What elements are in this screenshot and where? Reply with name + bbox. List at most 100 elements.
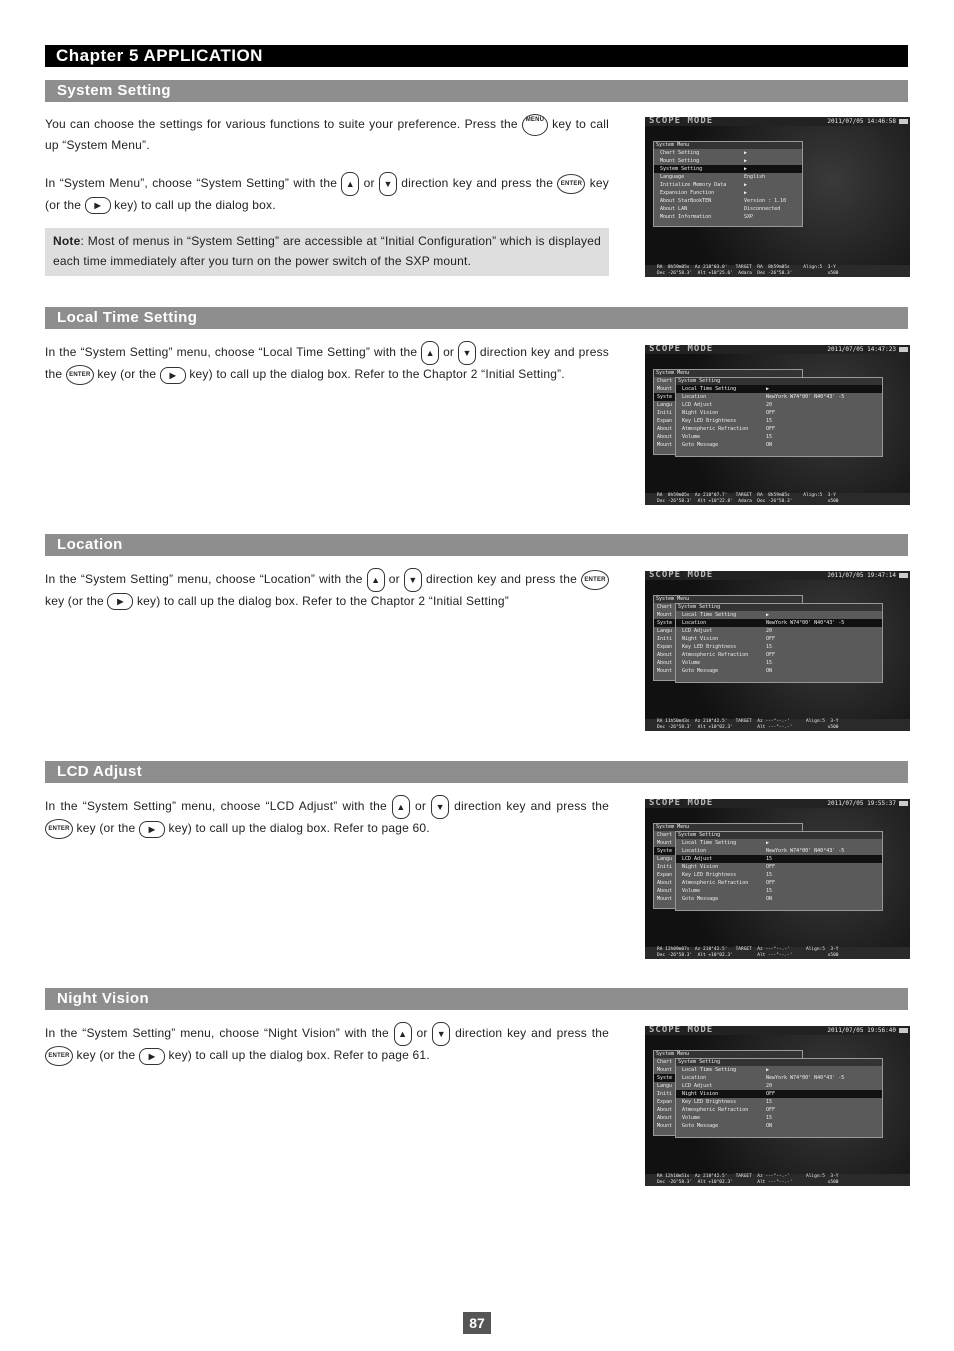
- screen-mode-label: SCOPE MODE: [649, 345, 714, 354]
- setting-item: Goto Message ON: [676, 667, 882, 675]
- setting-item: LCD Adjust 20: [676, 627, 882, 635]
- system-setting-window: System Setting Local Time Setting ▶ Locatio…: [675, 603, 883, 683]
- setting-value: 15: [766, 856, 773, 862]
- down-key-icon: ▼: [458, 341, 477, 365]
- note-text: : Most of menus in “System Setting” are …: [53, 234, 601, 268]
- setting-item: Local Time Setting ▶: [676, 385, 882, 393]
- setting-value: NewYork W74°00' N40°43' -5: [766, 848, 845, 854]
- system-menu-title: System Menu: [654, 1051, 802, 1058]
- chapter-header: Chapter 5 APPLICATION: [45, 45, 908, 67]
- screen-top-bar: SCOPE MODE 2011/07/05 19:56:40: [645, 1026, 910, 1035]
- setting-value: ▶: [766, 386, 770, 392]
- enter-key-icon: ENTER: [45, 819, 73, 839]
- paragraph-text: key) to call up the dialog box. Refer to…: [133, 594, 509, 608]
- menu-item-value: ▶: [744, 190, 748, 196]
- screen-top-bar: SCOPE MODE 2011/07/05 19:47:14: [645, 571, 910, 580]
- system-setting-title: System Setting: [676, 832, 882, 839]
- setting-label: Atmospheric Refraction: [682, 880, 749, 886]
- screen-mode-label: SCOPE MODE: [649, 571, 714, 580]
- paragraph: In the “System Setting” menu, choose “Lo…: [45, 341, 609, 385]
- setting-item: Atmospheric Refraction OFF: [676, 879, 882, 887]
- setting-label: Night Vision: [682, 1091, 719, 1097]
- setting-item: Volume 15: [676, 887, 882, 895]
- paragraph-text: In the “System Setting” menu, choose “LC…: [45, 799, 392, 814]
- section-header: System Setting: [45, 80, 908, 102]
- setting-item: Location NewYork W74°00' N40°43' -5: [676, 619, 882, 627]
- screen-datetime: 2011/07/05 19:56:40: [827, 1027, 896, 1034]
- setting-item: LCD Adjust 20: [676, 1082, 882, 1090]
- battery-icon: [899, 801, 908, 806]
- screen-datetime: 2011/07/05 14:46:58: [827, 118, 896, 125]
- paragraph-text: key (or the: [73, 1048, 139, 1063]
- down-key-icon: ▼: [379, 172, 398, 196]
- paragraph: In the “System Setting” menu, choose “Lo…: [45, 568, 610, 612]
- setting-item: Local Time Setting ▶: [676, 839, 882, 847]
- setting-value: OFF: [766, 410, 776, 416]
- setting-value: 15: [766, 888, 773, 894]
- menu-item-label: System Setting: [660, 166, 703, 172]
- menu-item-value: ▶: [744, 166, 748, 172]
- menu-item: Expansion Function ▶: [654, 189, 802, 197]
- right-key-icon: ▶: [107, 593, 134, 611]
- setting-value: NewYork W74°00' N40°43' -5: [766, 1075, 845, 1081]
- system-menu-title: System Menu: [654, 370, 802, 377]
- paragraph-text: or: [359, 176, 380, 191]
- down-key-icon: ▼: [403, 568, 422, 592]
- setting-label: Night Vision: [682, 636, 719, 642]
- paragraph-text: direction key and press the: [397, 176, 558, 191]
- screen-status-bar: RA 12h10m51s Az 218°42.5' TARGET Az ---°…: [645, 1174, 910, 1186]
- setting-item: Night Vision OFF: [676, 635, 882, 643]
- right-key-icon: ▶: [159, 366, 186, 384]
- setting-value: ▶: [766, 612, 770, 618]
- menu-item-value: SXP: [744, 214, 754, 220]
- paragraph-text: key) to call up the dialog box. Refer to…: [185, 367, 565, 382]
- setting-label: Atmospheric Refraction: [682, 1107, 749, 1113]
- setting-item: Key LED Brightness 15: [676, 643, 882, 651]
- setting-item: Volume 15: [676, 433, 882, 441]
- scope-screenshot: SCOPE MODE 2011/07/05 19:55:37 System Menu…: [645, 799, 910, 959]
- setting-label: Goto Message: [682, 442, 719, 448]
- setting-value: OFF: [766, 880, 776, 886]
- page-number: 87: [463, 1312, 491, 1334]
- paragraph-text: key) to call up the dialog box. Refer to…: [164, 1048, 430, 1063]
- right-key-icon: ▶: [84, 197, 111, 215]
- setting-item: Goto Message ON: [676, 895, 882, 903]
- menu-key-icon: MENU: [521, 114, 548, 136]
- setting-item: Atmospheric Refraction OFF: [676, 651, 882, 659]
- setting-value: 20: [766, 1083, 773, 1089]
- setting-value: OFF: [766, 652, 776, 658]
- setting-value: ▶: [766, 840, 770, 846]
- setting-item: Goto Message ON: [676, 441, 882, 449]
- enter-key-icon: ENTER: [65, 365, 94, 385]
- setting-label: Local Time Setting: [682, 386, 737, 392]
- menu-item-value: Version : 1.10: [744, 198, 787, 204]
- setting-label: Volume: [682, 660, 701, 666]
- setting-label: Goto Message: [682, 1123, 719, 1129]
- paragraph-text: key) to call up the dialog box. Refer to…: [164, 821, 430, 836]
- setting-label: LCD Adjust: [682, 1083, 713, 1089]
- menu-item: Mount Information SXP: [654, 213, 802, 221]
- system-menu-title: System Menu: [654, 824, 802, 831]
- system-menu-title: System Menu: [654, 142, 802, 149]
- setting-value: OFF: [766, 1091, 776, 1097]
- paragraph-text: key (or the: [73, 821, 139, 836]
- setting-item: Atmospheric Refraction OFF: [676, 1106, 882, 1114]
- screen-status-bar: RA 11h50m43s Az 218°42.5' TARGET Az ---°…: [645, 719, 910, 731]
- setting-value: 15: [766, 660, 773, 666]
- setting-value: OFF: [766, 636, 776, 642]
- setting-value: 15: [766, 434, 773, 440]
- right-key-icon: ▶: [138, 820, 165, 838]
- right-key-icon: ▶: [138, 1047, 165, 1065]
- setting-value: OFF: [766, 864, 776, 870]
- note-label: Note: [53, 234, 81, 248]
- paragraph-text: key) to call up the dialog box.: [110, 198, 276, 212]
- setting-item: Night Vision OFF: [676, 863, 882, 871]
- menu-item-label: Mount Setting: [660, 158, 700, 164]
- menu-item-label: Expansion Function: [660, 190, 715, 196]
- setting-label: LCD Adjust: [682, 628, 713, 634]
- setting-label: Location: [682, 848, 707, 854]
- setting-value: 20: [766, 628, 773, 634]
- scope-screenshot: SCOPE MODE 2011/07/05 14:46:58 System Menu…: [645, 117, 910, 277]
- setting-label: Key LED Brightness: [682, 1099, 737, 1105]
- paragraph-text: direction key and press the: [450, 1026, 609, 1041]
